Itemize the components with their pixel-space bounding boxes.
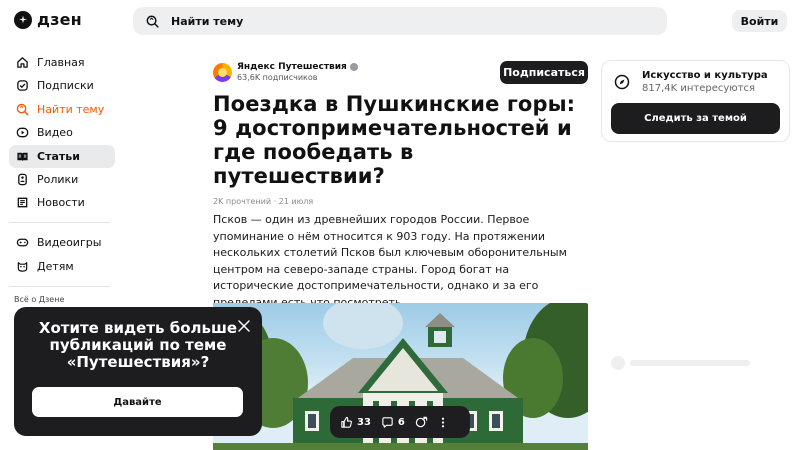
gamepad-icon [16,236,29,249]
search-input[interactable]: Найти тему [171,15,243,28]
sidebar-item-label: Новости [37,196,85,210]
author-name-text: Яндекс Путешествия [237,62,347,72]
home-icon [16,56,29,69]
author-meta: Яндекс Путешествия 63,6K подписчиков [237,62,358,82]
share-button[interactable] [415,416,428,429]
sidebar-item-kids[interactable]: Детям [9,255,115,278]
news-icon [16,196,29,209]
popup-accept-button[interactable]: Давайте [32,387,243,417]
article-title: Поездка в Пушкинские горы: 9 достопримеч… [213,92,576,188]
video-icon [16,126,29,139]
sidebar-item-shorts[interactable]: Ролики [9,168,115,191]
like-button[interactable]: 33 [340,416,371,429]
login-button[interactable]: Войти [732,10,787,32]
like-count: 33 [357,416,371,428]
sidebar-item-label: Видеоигры [37,236,102,250]
sidebar-item-label: Ролики [37,172,79,186]
sidebar-item-label: Главная [37,56,85,69]
author-subscribers: 63,6K подписчиков [237,73,318,82]
subscribe-button[interactable]: Подписаться [500,61,588,84]
sidebar-item-news[interactable]: Новости [9,191,115,214]
thumbs-up-icon [341,416,352,428]
topic-followers-count: 817,4K интересуются [642,83,756,94]
more-button[interactable] [438,416,448,429]
author-row: Яндекс Путешествия 63,6K подписчиков Под… [213,61,588,84]
sidebar-item-home[interactable]: Главная [9,51,115,74]
sidebar-item-label: Подписки [37,79,94,93]
sidebar-item-video[interactable]: Видео [9,121,115,144]
search-bar[interactable]: Найти тему [133,7,667,35]
shorts-icon [16,173,29,186]
comment-count: 6 [397,416,405,428]
share-icon [415,416,428,427]
follow-topic-button[interactable]: Следить за темой [611,103,780,134]
author-name[interactable]: Яндекс Путешествия [237,62,358,72]
about-dzen-link[interactable]: Всё о Дзене [9,295,115,304]
sidebar-divider [9,285,110,287]
sidebar-item-find-topic[interactable]: Найти тему [9,98,115,121]
author-avatar[interactable] [213,62,232,82]
kids-icon [16,260,29,273]
article-lead: Псков — один из древнейших городов Росси… [213,213,567,309]
comment-icon [382,416,393,428]
sidebar-item-label: Статьи [37,149,80,163]
articles-icon [16,150,29,163]
header: дзен Найти тему Войти [0,0,800,42]
sidebar-item-subscriptions[interactable]: Подписки [9,74,115,97]
topic-title[interactable]: Искусство и культура [642,70,768,81]
sidebar-item-articles[interactable]: Статьи [9,144,115,168]
search-icon [146,15,159,28]
reaction-bar: 33 6 [330,406,470,438]
article: Яндекс Путешествия 63,6K подписчиков Под… [213,61,588,311]
compass-icon [614,74,630,90]
sidebar-item-label: Детям [37,259,74,273]
logo-text: дзен [37,10,82,29]
sidebar-item-label: Найти тему [37,102,105,116]
topic-suggestion-popup: Хотите видеть больше публикаций по теме … [14,307,262,436]
dzen-logo-icon [14,10,32,29]
more-vertical-icon [441,417,445,427]
loading-skeleton-line [630,360,750,366]
verified-icon [349,63,358,71]
sidebar-divider [9,222,110,224]
popup-message: Хотите видеть больше публикаций по теме … [38,319,238,371]
sidebar: Главная Подписки Найти тему Видео Статьи… [9,51,115,304]
close-icon[interactable] [237,319,251,333]
loading-skeleton-avatar [611,356,625,370]
sidebar-item-label: Видео [37,126,73,140]
search-topic-icon [16,103,29,116]
sidebar-item-videogames[interactable]: Видеоигры [9,231,115,254]
article-meta: 2K прочтений · 21 июля [213,197,314,206]
topic-card: Искусство и культура 817,4K интересуются… [601,60,790,142]
subscriptions-icon [16,79,29,92]
comments-button[interactable]: 6 [381,416,405,429]
dzen-logo[interactable]: дзен [14,10,82,29]
